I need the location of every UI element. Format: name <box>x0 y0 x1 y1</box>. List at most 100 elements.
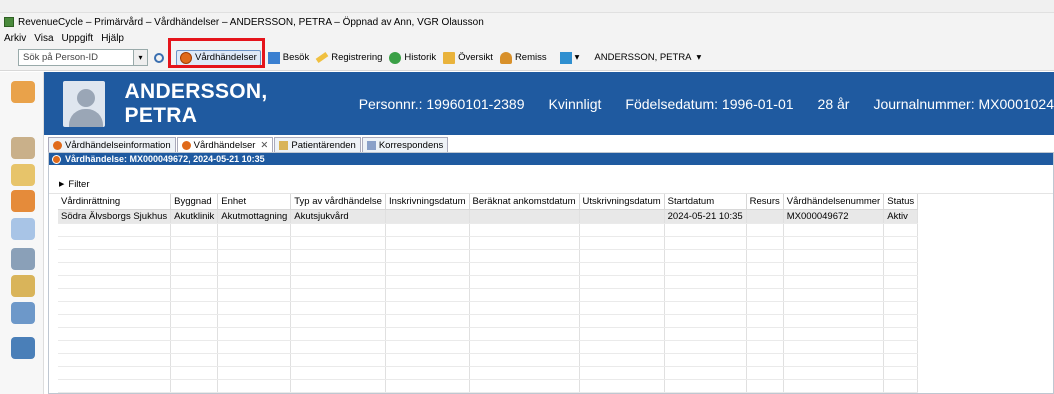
column-header[interactable]: Enhet <box>217 194 292 210</box>
table-cell <box>746 262 784 276</box>
users-icon[interactable] <box>11 190 35 212</box>
patient-selector[interactable]: ANDERSSON, PETRA ▾ <box>594 52 701 63</box>
document-icon[interactable] <box>11 137 35 159</box>
besok-button[interactable]: Besök <box>267 51 309 64</box>
table-row[interactable] <box>58 366 919 380</box>
clock-icon <box>52 154 61 164</box>
table-cell <box>579 288 665 302</box>
oversikt-button[interactable]: Översikt <box>443 51 493 64</box>
table-cell <box>664 262 747 276</box>
table-cell <box>290 288 386 302</box>
table-row[interactable] <box>58 249 919 263</box>
table-cell <box>579 249 665 263</box>
column-header[interactable]: Resurs <box>746 194 784 210</box>
column-header[interactable]: Vårdinrättning <box>58 194 172 210</box>
person-id-search-input[interactable]: Sök på Person-ID <box>18 49 134 66</box>
table-cell <box>746 236 784 250</box>
table-row[interactable] <box>58 262 919 276</box>
column-header[interactable]: Startdatum <box>664 194 747 210</box>
table-cell <box>385 209 470 224</box>
table-cell <box>883 249 919 263</box>
search-icon[interactable] <box>154 52 164 63</box>
tab-vardhandelser[interactable]: Vårdhändelser ✕ <box>176 137 274 152</box>
column-header[interactable]: Vårdhändelsenummer <box>783 194 885 210</box>
column-header[interactable]: Inskrivningsdatum <box>385 194 470 210</box>
table-cell <box>469 327 580 341</box>
table-row[interactable] <box>58 379 919 393</box>
search-dropdown-button[interactable]: ▾ <box>134 49 148 66</box>
registrering-button[interactable]: Registrering <box>315 52 382 63</box>
table-cell <box>469 379 580 393</box>
table-cell <box>58 353 172 367</box>
menu-arkiv[interactable]: Arkiv <box>4 33 26 44</box>
table-cell <box>746 209 784 224</box>
table-row[interactable] <box>58 340 919 354</box>
table-cell <box>783 223 885 237</box>
patient-banner: ANDERSSON, PETRA Personnr.: 19960101-238… <box>44 72 1054 135</box>
table-cell <box>170 379 219 393</box>
table-cell <box>217 314 292 328</box>
notes-icon[interactable] <box>11 164 35 186</box>
table-row[interactable] <box>58 223 919 237</box>
tab-patientarenden[interactable]: Patientärenden <box>274 137 361 152</box>
table-cell <box>664 301 747 315</box>
column-header[interactable]: Utskrivningsdatum <box>579 194 665 210</box>
historik-button[interactable]: Historik <box>389 51 436 64</box>
table-cell <box>746 353 784 367</box>
vardhandelser-button[interactable]: Vårdhändelser <box>176 49 261 66</box>
table-row[interactable] <box>58 327 919 341</box>
history-icon[interactable] <box>11 302 35 324</box>
table-cell <box>883 223 919 237</box>
table-row[interactable] <box>58 301 919 315</box>
table-cell <box>385 379 470 393</box>
table-cell <box>385 288 470 302</box>
table-cell <box>783 379 885 393</box>
app-title: RevenueCycle – Primärvård – Vårdhändelse… <box>18 16 484 28</box>
search-user-icon[interactable] <box>11 248 35 270</box>
table-cell: Akutklinik <box>170 209 219 224</box>
tab-korrespondens[interactable]: Korrespondens <box>361 137 449 152</box>
table-cell <box>170 327 219 341</box>
menu-hjalp[interactable]: Hjälp <box>101 33 124 44</box>
column-header[interactable]: Status <box>883 194 919 210</box>
inbox-icon[interactable] <box>11 218 35 240</box>
table-cell <box>58 262 172 276</box>
window-titlebar <box>0 0 1054 13</box>
copy-dropdown-button[interactable]: ▾ <box>559 51 579 64</box>
table-cell <box>783 236 885 250</box>
table-row[interactable] <box>58 236 919 250</box>
close-icon[interactable]: ✕ <box>260 140 268 151</box>
table-cell <box>385 236 470 250</box>
tab-vardhandelseinformation[interactable]: Vårdhändelseinformation <box>48 137 176 152</box>
menu-visa[interactable]: Visa <box>34 33 53 44</box>
table-cell <box>217 275 292 289</box>
table-cell: 2024-05-21 10:35 <box>664 209 747 224</box>
table-cell <box>579 262 665 276</box>
menu-uppgift[interactable]: Uppgift <box>62 33 94 44</box>
filter-toggle[interactable]: ▶ Filter <box>49 175 1053 194</box>
table-cell <box>883 288 919 302</box>
table-cell <box>58 275 172 289</box>
table-cell <box>579 327 665 341</box>
clock-icon <box>180 51 192 64</box>
panel-title: Vårdhändelse: MX000049672, 2024-05-21 10… <box>65 154 265 164</box>
table-row[interactable] <box>58 288 919 302</box>
column-header[interactable]: Beräknat ankomstdatum <box>469 194 580 210</box>
table-cell <box>783 366 885 380</box>
table-row[interactable] <box>58 314 919 328</box>
patient-gender: Kvinnligt <box>548 95 602 112</box>
patient-journal: Journalnummer: MX0001024 <box>873 95 1054 112</box>
column-header[interactable]: Byggnad <box>170 194 219 210</box>
table-cell <box>746 327 784 341</box>
calendar-icon[interactable] <box>11 337 35 359</box>
table-cell <box>579 223 665 237</box>
clipboard-icon[interactable] <box>11 275 35 297</box>
remiss-button[interactable]: Remiss <box>499 51 547 64</box>
table-row[interactable] <box>58 353 919 367</box>
table-cell: Akutsjukvård <box>290 209 386 224</box>
column-header[interactable]: Typ av vårdhändelse <box>290 194 386 210</box>
table-row[interactable]: Södra Älvsborgs Sjukhus Akutklinik Akutmot… <box>58 209 919 224</box>
person-icon[interactable] <box>11 81 35 103</box>
table-row[interactable] <box>58 275 919 289</box>
table-cell <box>170 262 219 276</box>
